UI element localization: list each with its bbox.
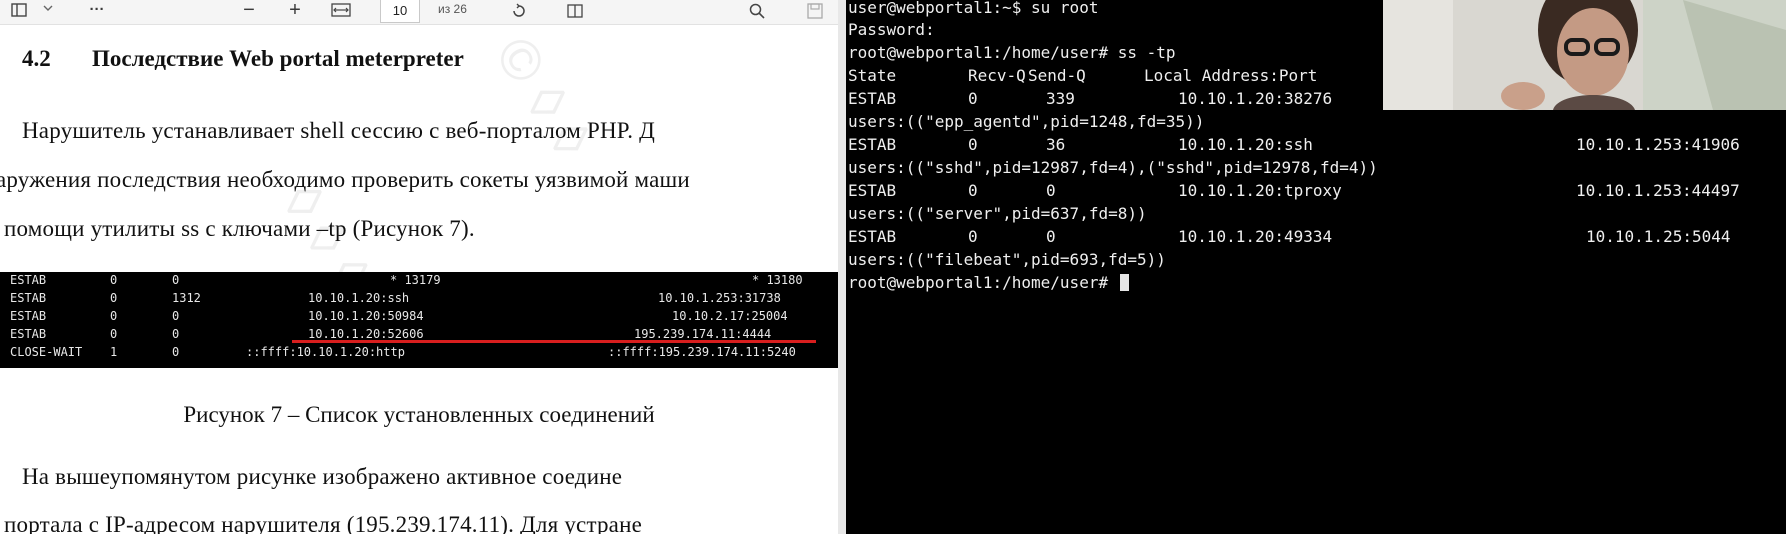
cell-recvq: 0 [968,135,978,154]
terminal-line: user@webportal1:~$ su root [848,0,1099,17]
more-icon[interactable]: ··· [82,0,112,24]
cell-recvq: 1 [110,345,118,359]
paragraph-line: аружения последствия необходимо проверит… [0,167,690,192]
two-page-icon[interactable] [562,0,588,24]
save-icon[interactable] [802,0,828,24]
sidebar-icon[interactable] [6,0,32,24]
zoom-out-icon[interactable]: − [236,0,262,24]
cell-recvq: Recv-Q [968,66,1026,85]
zoom-in-icon[interactable]: + [282,0,308,24]
cell-sendq: 36 [1046,135,1066,154]
cell-recvq: 0 [110,273,118,287]
terminal-cursor [1119,274,1129,291]
cell-local: ::ffff:10.10.1.20:http [246,345,405,359]
cell-sendq: 0 [1046,227,1056,246]
cell-state: ESTAB [10,291,47,305]
cell-state: ESTAB [848,135,897,154]
cell-recvq: 0 [110,327,118,341]
cell-peer: ::ffff:195.239.174.11:5240 [608,345,796,359]
pdf-page: © ◊ ◊ ◊ ◊ ◊ ◊ 4.2 Последствие Web portal … [0,24,838,534]
cell-state: ESTAB [848,181,897,200]
cell-state: ESTAB [848,89,897,108]
figure-row: ESTAB 0 0 10.10.1.20:50984 10.10.2.17:25… [10,308,788,325]
terminal-prompt: root@webportal1:/home/user# [848,273,1118,292]
terminal-line: users:(("server",pid=637,fd=8)) [848,204,1147,223]
fit-width-icon[interactable] [326,0,356,24]
highlight-underline [292,340,816,343]
cell-recvq: 0 [110,291,118,305]
webcam-overlay [1383,0,1786,110]
cell-recvq: 0 [968,89,978,108]
figure-row: CLOSE-WAIT 1 0 ::ffff:10.10.1.20:http ::… [10,344,796,361]
cell-sendq: 339 [1046,89,1075,108]
cell-local: * 13179 [390,273,441,287]
cell-sendq: 0 [172,273,180,287]
watermark-decoration: © ◊ ◊ [483,25,605,168]
cell-sendq: 0 [1046,181,1056,200]
cell-state: ESTAB [10,327,47,341]
cell-sendq: 0 [172,309,180,323]
cell-sendq: 0 [172,345,180,359]
webcam-person-icon [1383,0,1786,110]
window-divider-scrollbar[interactable] [838,0,846,534]
cell-local: 10.10.1.20:tproxy [1178,181,1342,200]
cell-local: Local Address:Port [1144,66,1318,85]
terminal-prompt-line[interactable]: root@webportal1:/home/user# [848,272,1129,294]
cell-local: 10.10.1.20:38276 [1178,89,1333,108]
cell-peer: * 13180 [752,273,803,287]
pdf-toolbar: ··· − + 10 из 26 [0,0,838,25]
terminal-line: users:(("filebeat",pid=693,fd=5)) [848,250,1166,269]
terminal-line: Password: [848,20,935,39]
page-number-input[interactable]: 10 [380,0,420,23]
figure-caption: Рисунок 7 – Список установленных соедине… [183,402,655,427]
figure-row: ESTAB 0 1312 10.10.1.20:ssh 10.10.1.253:… [10,290,781,307]
cell-sendq: 1312 [172,291,201,305]
figure-row-highlighted: ESTAB 0 0 10.10.1.20:52606 195.239.174.1… [10,326,771,343]
cell-peer: 10.10.1.253:41906 [1576,135,1740,154]
paragraph-line: помощи утилиты ss с ключами –tp (Рисунок… [4,216,475,241]
cell-state: State [848,66,897,85]
page-count-label: из 26 [438,2,467,16]
cell-peer: 10.10.1.253:44497 [1576,181,1740,200]
terminal-line: root@webportal1:/home/user# ss -tp [848,43,1176,62]
cell-state: ESTAB [10,273,47,287]
section-number: 4.2 [22,46,51,71]
cell-recvq: 0 [110,309,118,323]
terminal-line: users:(("epp_agentd",pid=1248,fd=35)) [848,112,1205,131]
terminal-row: ESTAB 0 0 10.10.1.20:49334 10.10.1.25:50… [848,226,1778,248]
terminal-row: ESTAB 0 36 10.10.1.20:ssh 10.10.1.253:41… [848,134,1778,156]
figure-terminal-screenshot: ESTAB 0 0 * 13179 * 13180 ESTAB 0 1312 1… [0,272,838,368]
terminal-line: users:(("sshd",pid=12987,fd=4),("sshd",p… [848,158,1378,177]
chevron-down-icon[interactable] [38,0,58,24]
cell-state: ESTAB [10,309,47,323]
paragraph-line: Нарушитель устанавливает shell сессию с … [22,118,655,143]
cell-local: 10.10.1.20:49334 [1178,227,1333,246]
cell-peer: 10.10.1.253:31738 [658,291,781,305]
cell-local: 10.10.1.20:50984 [308,309,424,323]
cell-sendq: 0 [172,327,180,341]
rotate-icon[interactable] [506,0,532,24]
cell-peer: 10.10.1.25:5044 [1586,227,1731,246]
paragraph-line: портала с IP-адресом нарушителя (195.239… [4,512,642,534]
pdf-viewer: ··· − + 10 из 26 © ◊ ◊ ◊ ◊ ◊ ◊ 4.2 Послед… [0,0,838,534]
cell-sendq: Send-Q [1028,66,1086,85]
cell-state: CLOSE-WAIT [10,345,83,359]
cell-state: ESTAB [848,227,897,246]
terminal-row: ESTAB 0 0 10.10.1.20:tproxy 10.10.1.253:… [848,180,1778,202]
cell-local: 10.10.1.20:ssh [1178,135,1313,154]
paragraph-line: На вышеупомянутом рисунке изображено акт… [22,464,623,489]
cell-recvq: 0 [968,181,978,200]
cell-peer: 10.10.2.17:25004 [672,309,788,323]
search-icon[interactable] [744,0,770,24]
cell-recvq: 0 [968,227,978,246]
cell-local: 10.10.1.20:ssh [308,291,410,305]
section-heading: 4.2 Последствие Web portal meterpreter [22,46,464,72]
figure-row: ESTAB 0 0 * 13179 * 13180 [10,272,803,289]
section-title: Последствие Web portal meterpreter [92,46,464,71]
